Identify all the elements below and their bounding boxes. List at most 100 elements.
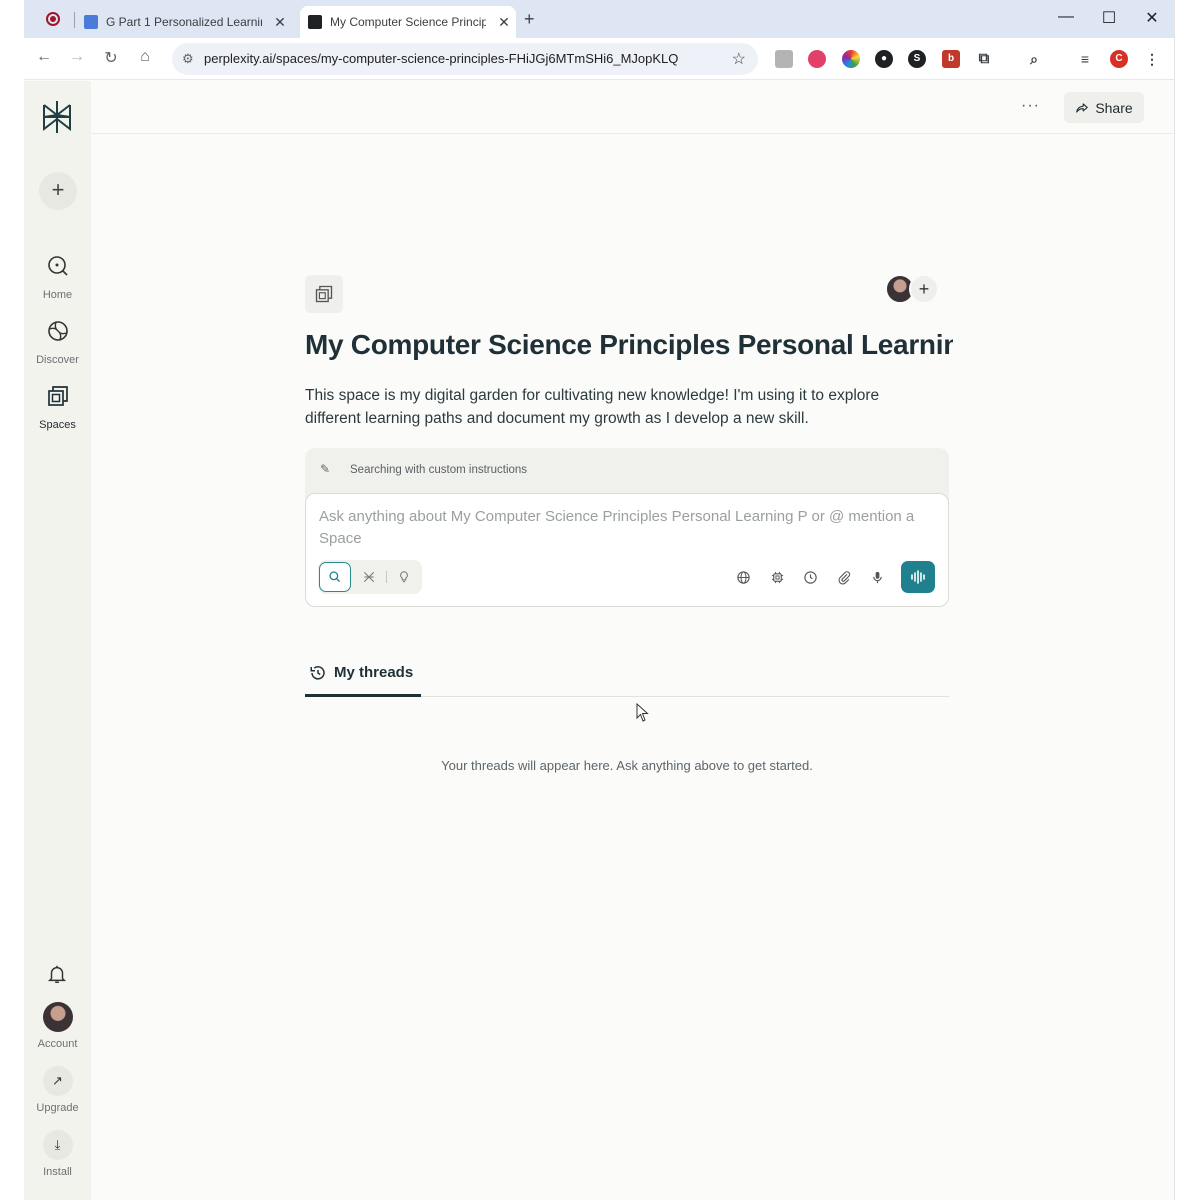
search-mode-toggle [318,560,422,594]
voice-mode-button[interactable] [901,561,935,593]
new-thread-button[interactable]: + [39,172,77,210]
sidebar-item-install[interactable]: ⤓ Install [24,1130,91,1178]
record-icon[interactable] [46,12,60,26]
browser-toolbar: ← → ↻ ⌂ ⚙ perplexity.ai/spaces/my-comput… [24,38,1174,80]
space-members: + [885,274,943,306]
history-icon [310,665,325,680]
download-icon: ⤓ [42,1130,73,1160]
avatar [42,1002,73,1032]
globe-icon [736,570,750,584]
forward-icon[interactable]: → [66,48,88,66]
app-sidebar: + Home Discover Spaces Account ↗ Upgrade… [24,81,91,1200]
sidebar-item-account[interactable]: Account [24,1002,91,1050]
bell-icon[interactable] [46,963,68,985]
tab-title: G Part 1 Personalized Learning [106,15,262,29]
tab-separator [74,12,75,28]
puzzle-icon[interactable]: ⧉ [975,50,993,68]
history-button[interactable] [801,568,819,586]
research-mode-button[interactable] [353,562,385,592]
tab-perplexity-space[interactable]: My Computer Science Principles ✕ [300,6,516,38]
sidebar-item-discover[interactable]: Discover [24,319,91,366]
tab-close-icon[interactable]: ✕ [272,14,288,31]
page-header: ··· Share [91,81,1174,134]
mode-divider [386,571,387,583]
labs-mode-button[interactable] [388,562,420,592]
new-tab-button[interactable]: + [524,9,535,30]
globe-icon [47,321,68,341]
space-icon-button[interactable] [305,275,343,313]
edit-icon[interactable]: ✎ [320,462,330,476]
voice-wave-icon [911,570,925,584]
model-button[interactable] [768,568,786,586]
sidebar-item-label: Install [43,1166,72,1178]
perplexity-logo-icon[interactable] [40,99,74,135]
share-arrow-icon [1076,102,1089,113]
back-icon[interactable]: ← [33,48,55,66]
more-options-button[interactable]: ··· [1021,97,1040,115]
sidebar-item-home[interactable]: Home [24,254,91,301]
docs-icon [84,15,98,29]
share-label: Share [1095,99,1133,116]
perplexity-favicon-icon [308,15,322,29]
paperclip-icon [838,570,850,584]
arrow-up-right-icon: ↗ [42,1066,73,1096]
bookmark-star-icon[interactable]: ☆ [732,49,746,69]
custom-instructions-label: Searching with custom instructions [350,464,528,476]
ask-input[interactable] [319,506,939,554]
s-icon[interactable]: S [908,50,926,68]
mouse-cursor-icon [636,703,649,722]
browser-window: G Part 1 Personalized Learning ✕ My Comp… [24,0,1174,1200]
b-icon[interactable]: b [942,50,960,68]
kebab-icon[interactable]: ⋮ [1143,50,1161,68]
main-content: ··· Share + My Computer Science Principl… [91,81,1174,1200]
chip-icon [771,571,783,583]
sidebar-item-label: Upgrade [36,1102,79,1114]
sidebar-item-label: Spaces [39,419,76,431]
sidebar-item-label: Discover [36,354,79,366]
tab-close-icon[interactable]: ✕ [496,14,512,31]
mic-icon [872,571,882,583]
space-description[interactable]: This space is my digital garden for cult… [305,384,925,430]
maximize-icon[interactable]: ☐ [1099,8,1119,28]
threads-empty-state: Your threads will appear here. Ask anyth… [441,758,813,773]
dictation-button[interactable] [868,568,886,586]
threads-tab-bar: My threads [305,651,949,697]
screen-edge [1174,0,1200,1200]
tab-strip: G Part 1 Personalized Learning ✕ My Comp… [24,0,1174,38]
lightbulb-icon [400,571,408,583]
attach-button[interactable] [835,568,853,586]
sidebar-item-upgrade[interactable]: ↗ Upgrade [24,1066,91,1114]
site-info-icon[interactable]: ⚙ [182,51,194,67]
minimize-icon[interactable]: — [1056,8,1076,26]
tab-my-threads[interactable]: My threads [305,651,421,697]
home-button-icon[interactable]: ⌂ [134,48,156,66]
palette-icon[interactable] [808,50,826,68]
ask-panel: ✎ Searching with custom instructions [305,448,949,607]
sidebar-item-label: Account [37,1038,78,1050]
ask-box [305,493,949,607]
record-ext-icon[interactable]: ● [875,50,893,68]
tab-search-icon[interactable]: ⌕ [1025,50,1043,68]
profile-icon[interactable]: C [1110,50,1128,68]
clock-icon [803,570,817,584]
color-wheel-icon[interactable] [842,50,860,68]
tab-label: My threads [334,664,414,681]
share-button[interactable]: Share [1064,92,1144,123]
add-member-button[interactable]: + [909,274,939,304]
page-title[interactable]: My Computer Science Principles Personal … [305,329,953,361]
web-source-button[interactable] [734,568,752,586]
tab-part1[interactable]: G Part 1 Personalized Learning ✕ [84,6,298,38]
url-text[interactable]: perplexity.ai/spaces/my-computer-science… [204,51,678,66]
reload-icon[interactable]: ↻ [100,48,122,68]
sidebar-item-label: Home [42,289,73,301]
address-bar[interactable]: ⚙ perplexity.ai/spaces/my-computer-scien… [172,43,758,75]
spaces-icon [47,386,68,406]
window-close-icon[interactable]: ✕ [1142,8,1162,28]
playlist-icon[interactable]: ≡ [1076,50,1094,68]
spaces-icon [315,285,333,303]
home-icon [47,256,68,276]
search-mode-button[interactable] [319,562,351,592]
sidebar-item-spaces[interactable]: Spaces [24,384,91,431]
media-icon[interactable] [775,50,793,68]
reasoning-icon [363,571,375,583]
